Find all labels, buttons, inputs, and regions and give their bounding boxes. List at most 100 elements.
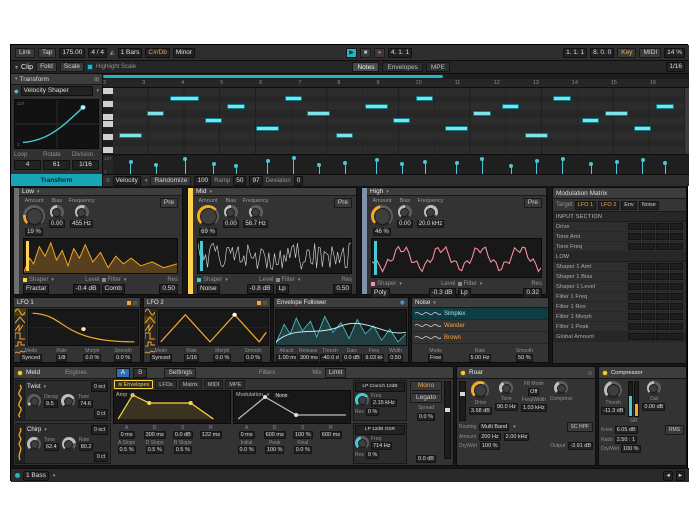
target-env[interactable]: Env [621, 201, 636, 210]
frequency-knob-group[interactable]: Frequency58.7 Hz [243, 198, 269, 228]
res-value[interactable]: 0.50 [159, 284, 178, 294]
param-value[interactable]: 0.0 % [213, 354, 231, 362]
engine-1-knob-2-value[interactable]: 74.6 [78, 400, 93, 408]
midi-note[interactable] [227, 104, 244, 109]
midi-note[interactable] [656, 104, 673, 109]
velocity-stem[interactable] [236, 166, 237, 174]
target-lfo1[interactable]: LFO 1 [575, 201, 596, 210]
midi-note[interactable] [205, 118, 222, 123]
chevron-down-icon[interactable]: ▾ [53, 473, 56, 479]
param-value[interactable]: 1/16 [184, 354, 199, 362]
tab-mpe[interactable]: MPE [426, 62, 450, 72]
matrix-cell[interactable] [642, 273, 655, 280]
engine-2-knob-1[interactable] [27, 437, 41, 451]
tempo-field[interactable]: 175.00 [59, 48, 85, 58]
output-value[interactable]: 0.00 dB [642, 403, 665, 411]
velocity-stem[interactable] [376, 160, 377, 174]
tab-envelopes[interactable]: Envelopes [382, 62, 422, 72]
quantize-menu[interactable]: 1 Bars [118, 48, 143, 58]
lfo-shape-square[interactable] [14, 332, 26, 340]
param-value[interactable]: 5.00 Hz [469, 354, 492, 362]
midi-note[interactable] [393, 118, 410, 123]
chevron-down-icon[interactable]: ▾ [433, 300, 436, 306]
amount-value[interactable]: 46 % [373, 228, 391, 236]
knee-value[interactable]: 6.05 dB [615, 426, 638, 434]
velocity-stem[interactable] [562, 159, 563, 174]
engine-1-knob-1-value[interactable]: 9.5 [44, 400, 58, 408]
metronome-icon[interactable]: ◭ [110, 49, 115, 56]
param-value[interactable]: 100 % [265, 446, 285, 454]
freq-width-value[interactable]: 1.03 kHz [521, 404, 547, 412]
modulation-target-menu[interactable]: None [272, 392, 290, 399]
matrix-cell[interactable] [642, 283, 655, 290]
param-value[interactable]: 1/8 [56, 354, 68, 362]
shaper-type-menu[interactable]: Fractal [23, 284, 49, 294]
velocity-stem[interactable] [482, 159, 483, 174]
loop-start-field[interactable]: 1. 1. 1 [563, 48, 587, 58]
matrix-cell[interactable] [628, 273, 641, 280]
engine-1-name[interactable]: Twist [27, 384, 41, 390]
routing-menu[interactable]: Multi Band [479, 423, 509, 431]
chevron-down-icon[interactable]: ▾ [209, 189, 212, 195]
piano-key[interactable] [103, 141, 113, 148]
threshold-knob[interactable] [604, 381, 622, 399]
param-value[interactable]: Synced [150, 354, 172, 362]
lfo-retrigger-icon[interactable] [257, 301, 261, 305]
frequency-knob[interactable] [249, 205, 263, 219]
tab-notes[interactable]: Notes [352, 62, 379, 72]
matrix-cell[interactable] [656, 263, 669, 270]
noise-type-wander[interactable]: Wander [412, 320, 548, 332]
noise-type-brown[interactable]: Brown [412, 332, 548, 344]
midi-note[interactable] [256, 126, 279, 131]
lfo-shape-triangle[interactable] [144, 316, 156, 324]
param-value[interactable]: 122 ms [200, 431, 222, 439]
velocity-stem[interactable] [536, 161, 537, 174]
param-value[interactable]: 1.00 ms [276, 354, 297, 362]
vertical-scrollbar[interactable] [685, 88, 689, 154]
param-value[interactable]: 0.5 % [174, 446, 192, 454]
dry-wet-value[interactable]: 100 % [480, 442, 500, 450]
engine-1-knob-2[interactable] [61, 394, 75, 408]
param-value[interactable]: 0.0 dB [342, 354, 362, 362]
drive-knob[interactable] [471, 381, 489, 399]
matrix-cell[interactable] [656, 303, 669, 310]
param-value[interactable]: 0.0 % [294, 446, 312, 454]
matrix-cell[interactable] [628, 243, 641, 250]
midi-note[interactable] [553, 96, 570, 101]
matrix-cell[interactable] [628, 223, 641, 230]
arrangement-position-field[interactable]: 4. 1. 1 [388, 48, 412, 58]
matrix-cell[interactable] [656, 323, 669, 330]
threshold-knob-group[interactable]: Thresh-11.3 dB [601, 381, 625, 415]
midi-note[interactable] [525, 133, 548, 138]
roar-input-slider[interactable] [459, 381, 466, 421]
amp-envelope-display[interactable]: Amp▾ [113, 390, 231, 424]
midi-note[interactable] [634, 126, 651, 131]
filter-1-res-value[interactable]: 0 % [366, 408, 379, 416]
level-value[interactable]: -0.4 dB [73, 284, 100, 294]
output-knob[interactable] [647, 381, 661, 395]
amount-knob[interactable] [371, 205, 393, 227]
param-value[interactable]: 300 ms [298, 354, 319, 362]
velocity-stem[interactable] [425, 162, 426, 174]
threshold-value[interactable]: -11.3 dB [601, 407, 625, 415]
drive-value[interactable]: 3.68 dB [469, 407, 492, 415]
param-value[interactable]: 300 ms [144, 431, 166, 439]
param-value[interactable]: 0 ms [239, 431, 255, 439]
beat-ruler[interactable]: 2345678910111213141516 [103, 79, 689, 88]
modulation-envelope-display[interactable]: Modulation▾None [233, 390, 351, 424]
grid-size-menu[interactable]: 1/16 [666, 62, 685, 72]
velocity-stem[interactable] [267, 161, 268, 174]
output-value[interactable]: -3.91 dB [568, 442, 593, 450]
bias-value[interactable]: 0.00 [397, 220, 413, 228]
matrix-cell[interactable] [656, 283, 669, 290]
filter-2-freq-value[interactable]: 714 Hz [371, 442, 392, 450]
bias-knob[interactable] [50, 205, 64, 219]
envelope-follower-display[interactable] [275, 309, 407, 346]
matrix-cell[interactable] [642, 293, 655, 300]
param-value[interactable]: 0.0 % [244, 354, 262, 362]
lfo-shape-sine[interactable] [144, 308, 156, 316]
piano-key[interactable] [103, 108, 113, 115]
meld-tab-a[interactable]: A [116, 368, 130, 378]
key-map-button[interactable]: Key [617, 48, 636, 58]
pre-button[interactable]: Pre [160, 198, 178, 208]
